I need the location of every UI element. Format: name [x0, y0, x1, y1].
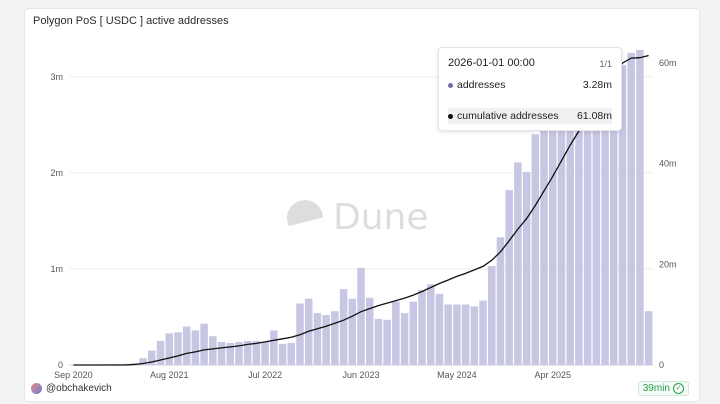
- x-tick-label: Jun 2023: [342, 370, 379, 380]
- freshness-text: 39min: [642, 383, 670, 394]
- freshness-badge[interactable]: 39min ✓: [637, 381, 689, 396]
- bar: [479, 300, 487, 365]
- bar: [348, 298, 357, 365]
- tooltip-page-indicator: 1/1: [599, 59, 612, 69]
- tooltip-value: 3.28m: [582, 79, 612, 91]
- bar: [453, 304, 461, 365]
- bar: [505, 190, 513, 365]
- bar: [400, 313, 409, 365]
- bar: [531, 134, 540, 365]
- bar: [636, 49, 644, 366]
- y-right-tick-label: 0: [659, 360, 664, 370]
- bar: [487, 266, 496, 365]
- y-left-tick-label: 1m: [50, 264, 63, 274]
- tooltip-row-cumulative: cumulative addresses 61.08m: [448, 108, 612, 124]
- bar: [182, 326, 191, 365]
- bar: [540, 115, 548, 365]
- bar: [191, 330, 200, 365]
- x-tick-label: Aug 2021: [150, 370, 189, 380]
- bar: [278, 343, 287, 365]
- tooltip-date: 2026-01-01 00:00: [448, 57, 535, 69]
- bar: [165, 333, 173, 365]
- bar: [444, 304, 452, 365]
- y-right-tick-label: 20m: [659, 259, 677, 269]
- bar: [174, 332, 182, 365]
- x-tick-label: May 2024: [437, 370, 477, 380]
- bar: [583, 96, 592, 365]
- series-dot-icon: [448, 113, 453, 119]
- x-tick-label: Jul 2022: [248, 370, 282, 380]
- bar: [496, 237, 505, 365]
- bar: [644, 311, 653, 365]
- bar: [575, 105, 583, 366]
- author-name: @obchakevich: [46, 383, 112, 394]
- bar: [287, 342, 296, 365]
- bar: [392, 301, 400, 365]
- bar: [339, 289, 348, 365]
- chart-tooltip: 2026-01-01 00:00 1/1 addresses 3.28m cum…: [438, 47, 622, 131]
- bar: [383, 319, 391, 365]
- bar: [209, 336, 217, 365]
- bar: [549, 129, 557, 365]
- bar: [470, 306, 479, 365]
- tooltip-label: cumulative addresses: [457, 110, 559, 122]
- bar: [522, 171, 531, 365]
- bar: [156, 340, 165, 365]
- y-right-tick-label: 60m: [659, 58, 677, 68]
- series-dot-icon: [448, 82, 453, 88]
- bar: [200, 323, 208, 365]
- chart-card: Polygon PoS [ USDC ] active addresses Du…: [24, 8, 700, 402]
- tooltip-row-addresses: addresses 3.28m: [448, 79, 612, 91]
- bar: [426, 284, 435, 365]
- tooltip-label: addresses: [457, 79, 506, 91]
- x-tick-label: Sep 2020: [54, 370, 93, 380]
- bar: [357, 267, 365, 365]
- bar: [627, 52, 635, 365]
- x-tick-label: Apr 2025: [534, 370, 571, 380]
- bar: [374, 318, 383, 365]
- y-right-tick-label: 40m: [659, 159, 677, 169]
- bar: [514, 162, 522, 365]
- bar: [331, 311, 339, 365]
- tooltip-value: 61.08m: [576, 110, 612, 122]
- bar: [313, 313, 322, 365]
- y-left-tick-label: 3m: [50, 72, 63, 82]
- bar: [409, 301, 418, 365]
- author-link[interactable]: @obchakevich: [31, 383, 112, 394]
- bar: [461, 304, 470, 365]
- bar: [435, 293, 444, 365]
- check-circle-icon: ✓: [673, 383, 684, 394]
- avatar: [31, 383, 42, 394]
- bar: [270, 330, 278, 365]
- bar: [322, 315, 330, 365]
- bar: [261, 341, 269, 365]
- y-left-tick-label: 0: [58, 360, 63, 370]
- y-left-tick-label: 2m: [50, 168, 63, 178]
- bar: [217, 341, 226, 365]
- bar: [252, 340, 261, 365]
- bar: [418, 290, 426, 365]
